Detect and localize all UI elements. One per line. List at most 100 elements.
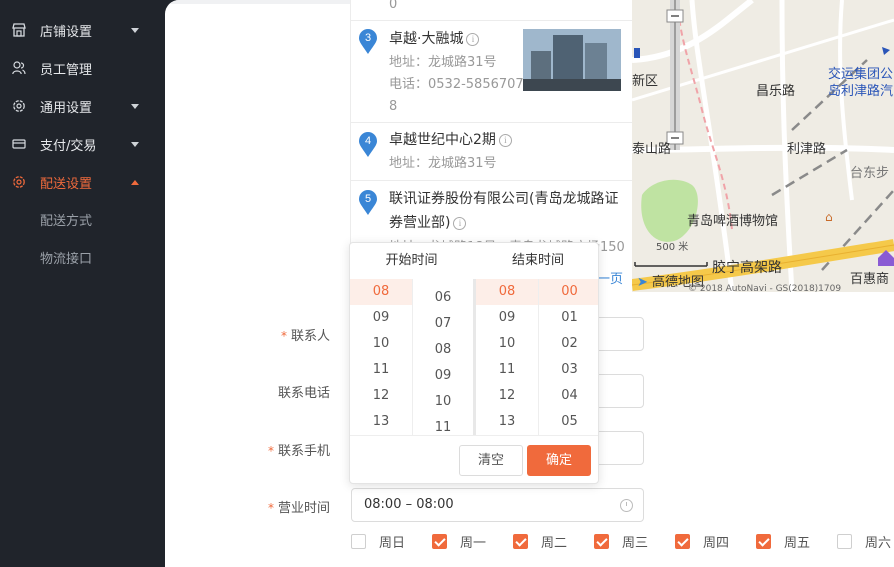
map-label: 新区 xyxy=(632,74,659,89)
map-copyright: © 2018 AutoNavi - GS(2018)1709 xyxy=(688,284,842,292)
sidebar-item-store-settings[interactable]: 店铺设置 xyxy=(0,11,165,49)
location-title: 卓越·大融城 i xyxy=(389,28,480,51)
card-icon xyxy=(12,137,26,151)
time-option[interactable]: 01 xyxy=(539,305,598,331)
checkbox[interactable] xyxy=(351,533,366,549)
clear-button[interactable]: 清空 xyxy=(459,445,523,476)
amap-logo-icon: ➤ xyxy=(637,275,648,290)
map-label: 胶宁高架路 xyxy=(712,260,782,276)
map-scale-label: 500 米 xyxy=(656,242,689,253)
location-title: 联讯证券股份有限公司(青岛龙城路证 xyxy=(389,191,619,207)
chevron-down-icon xyxy=(131,27,139,33)
map-pin-icon: 4 xyxy=(358,132,378,158)
time-option[interactable]: 10 xyxy=(350,331,412,357)
map-label: 青岛啤酒博物馆 xyxy=(687,214,779,229)
time-option[interactable]: 03 xyxy=(539,357,598,383)
sidebar-item-general-settings[interactable]: 通用设置 xyxy=(0,87,165,125)
checkbox[interactable] xyxy=(594,533,609,549)
time-option[interactable]: 13 xyxy=(350,409,412,435)
business-hours-input[interactable]: 08:00 – 08:00 xyxy=(351,488,644,522)
time-option[interactable]: 08 xyxy=(350,279,412,305)
weekday-tuesday[interactable]: 周二 xyxy=(513,532,567,551)
location-title: 卓越世纪中心2期 i xyxy=(389,129,512,152)
sidebar-item-staff[interactable]: 员工管理 xyxy=(0,49,165,87)
time-option[interactable]: 08 xyxy=(476,279,538,305)
time-option[interactable]: 02 xyxy=(539,331,598,357)
info-icon[interactable]: i xyxy=(453,216,467,230)
users-icon xyxy=(12,61,26,75)
start-minute-column[interactable]: 06 07 08 09 10 11 xyxy=(413,279,473,435)
time-option[interactable]: 09 xyxy=(350,305,412,331)
contact-person-label: * 联系人 xyxy=(280,329,330,344)
museum-icon: ⌂ xyxy=(825,210,833,224)
checkbox[interactable] xyxy=(675,533,690,549)
checkbox[interactable] xyxy=(513,533,528,549)
time-option[interactable]: 12 xyxy=(350,383,412,409)
start-hour-column[interactable]: 08 09 10 11 12 13 xyxy=(350,279,412,435)
time-option[interactable]: 04 xyxy=(539,383,598,409)
location-item[interactable]: 3 卓越·大融城 i 地址：龙城路31号 电话：0532-5856707 8 xyxy=(351,20,632,123)
map-label: 岛利津路汽 xyxy=(828,84,894,99)
picker-footer: 清空 确定 xyxy=(350,435,598,483)
time-range-picker: 开始时间 结束时间 08 09 10 11 12 13 06 07 08 09 … xyxy=(349,242,599,484)
confirm-button[interactable]: 确定 xyxy=(527,445,591,476)
time-option[interactable]: 11 xyxy=(476,357,538,383)
location-address: 地址：龙城路31号 xyxy=(389,156,497,171)
time-option[interactable]: 11 xyxy=(350,357,412,383)
map-label: 百惠商 xyxy=(850,272,890,287)
time-option[interactable]: 10 xyxy=(413,389,473,415)
clock-icon xyxy=(620,499,633,512)
store-icon xyxy=(12,23,26,37)
time-option[interactable]: 10 xyxy=(476,331,538,357)
end-hour-column[interactable]: 08 09 10 11 12 13 xyxy=(476,279,538,435)
checkbox[interactable] xyxy=(756,533,771,549)
sidebar-subitem-delivery-method[interactable]: 配送方式 xyxy=(40,210,92,229)
weekday-thursday[interactable]: 周四 xyxy=(675,532,729,551)
sidebar-item-payment[interactable]: 支付/交易 xyxy=(0,125,165,163)
location-item[interactable]: 4 卓越世纪中心2期 i 地址：龙城路31号 xyxy=(351,123,632,181)
time-option[interactable]: 09 xyxy=(413,363,473,389)
sidebar-item-label: 配送设置 xyxy=(40,176,93,192)
map-view[interactable]: 新区 昌乐路 交运集团公 岛利津路汽 泰山路 利津路 台东步 青岛啤酒博物馆 ⌂… xyxy=(632,0,894,292)
gear-icon xyxy=(12,175,26,189)
checkbox[interactable] xyxy=(837,533,852,549)
map-label: 泰山路 xyxy=(632,142,672,157)
map-pin-icon: 5 xyxy=(358,190,378,216)
time-option[interactable]: 09 xyxy=(476,305,538,331)
location-phone: 电话：0532-5856707 xyxy=(389,77,524,92)
time-option[interactable]: 06 xyxy=(413,285,473,311)
time-option[interactable]: 05 xyxy=(539,409,598,435)
chevron-down-icon xyxy=(131,141,139,147)
map-pin-icon: 3 xyxy=(358,29,378,55)
map-label: 利津路 xyxy=(787,142,827,157)
weekday-saturday[interactable]: 周六 xyxy=(837,532,891,551)
time-option[interactable]: 00 xyxy=(539,279,598,305)
time-option[interactable]: 07 xyxy=(413,311,473,337)
weekday-wednesday[interactable]: 周三 xyxy=(594,532,648,551)
location-address: 地址：龙城路31号 xyxy=(389,55,497,70)
info-icon[interactable]: i xyxy=(466,32,480,46)
contact-mobile-label: * 联系手机 xyxy=(267,444,330,459)
end-time-header: 结束时间 xyxy=(511,253,564,268)
business-hours-label: * 营业时间 xyxy=(267,501,330,516)
weekday-monday[interactable]: 周一 xyxy=(432,532,486,551)
weekday-sunday[interactable]: 周日 xyxy=(351,532,405,551)
business-hours-value: 08:00 – 08:00 xyxy=(364,497,454,512)
next-page-link[interactable]: 一页 xyxy=(597,268,623,287)
end-minute-column[interactable]: 00 01 02 03 04 05 xyxy=(539,279,598,435)
sidebar-item-label: 通用设置 xyxy=(40,100,93,116)
checkbox[interactable] xyxy=(432,533,447,549)
weekday-friday[interactable]: 周五 xyxy=(756,532,810,551)
location-partial-text: 0 xyxy=(389,0,398,12)
info-icon[interactable]: i xyxy=(498,133,512,147)
time-option[interactable]: 11 xyxy=(413,415,473,435)
location-phone-cont: 8 xyxy=(389,99,398,114)
time-option[interactable]: 08 xyxy=(413,337,473,363)
sidebar-subitem-logistics-api[interactable]: 物流接口 xyxy=(40,248,92,267)
contact-phone-label: 联系电话 xyxy=(277,386,330,401)
time-option[interactable]: 13 xyxy=(476,409,538,435)
sidebar-item-delivery-settings[interactable]: 配送设置 xyxy=(0,163,165,201)
chevron-up-icon xyxy=(131,179,139,185)
sidebar: 店铺设置 员工管理 通用设置 支付/交易 配送设置 配送方式 物流接口 xyxy=(0,0,165,567)
time-option[interactable]: 12 xyxy=(476,383,538,409)
